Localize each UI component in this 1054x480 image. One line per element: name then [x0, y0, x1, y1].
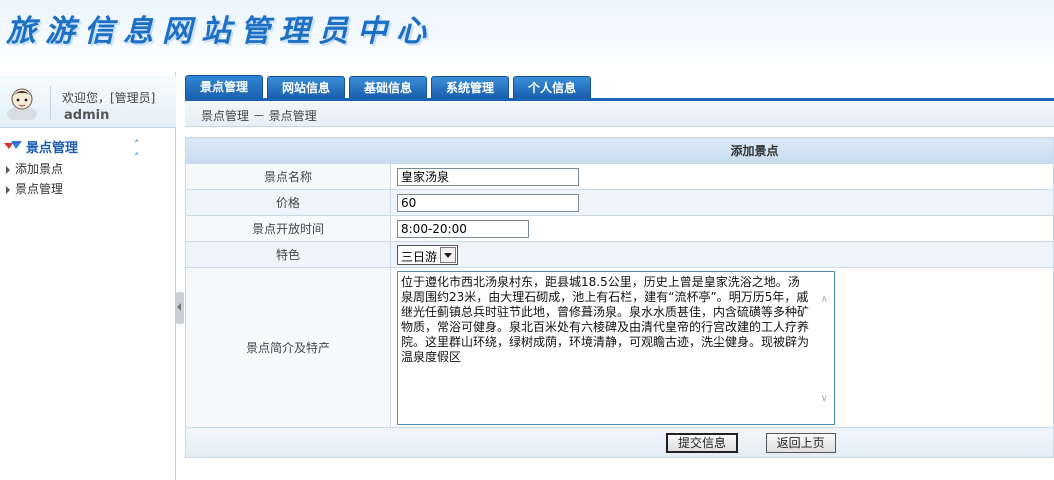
sidebar-item-label: 景点管理 — [15, 182, 64, 196]
tab-scenic-management[interactable]: 景点管理 — [185, 75, 263, 99]
field-label: 景点名称 — [185, 163, 391, 190]
button-row: 提交信息 返回上页 — [185, 427, 1054, 458]
scroll-down-icon[interactable]: ∨ — [821, 391, 828, 406]
left-sidebar: 欢迎您，[管理员] admin 景点管理 ˄ ˄ 添加景点 景点管理 — [0, 72, 176, 480]
intro-text: 位于遵化市西北汤泉村东，距县城18.5公里，历史上曾是皇家洗浴之地。汤泉周围约2… — [401, 274, 810, 364]
sidebar-item-label: 添加景点 — [15, 162, 64, 176]
breadcrumb: 景点管理 － 景点管理 — [201, 109, 317, 123]
feature-select-value: 三日游 — [401, 249, 438, 264]
sidebar-item-add-scenic[interactable]: 添加景点 — [6, 160, 63, 177]
field-label: 价格 — [185, 189, 391, 216]
menu-section-icon — [4, 141, 22, 149]
field-label: 景点开放时间 — [185, 215, 391, 242]
main-content: 景点管理 网站信息 基础信息 系统管理 个人信息 景点管理 － 景点管理 添加景… — [185, 72, 1054, 480]
triangle-right-icon — [6, 165, 10, 174]
scroll-up-icon[interactable]: ∧ — [821, 292, 828, 307]
sidebar-section-header[interactable]: 景点管理 ˄ ˄ — [0, 134, 176, 164]
submit-button[interactable]: 提交信息 — [666, 432, 739, 453]
collapse-icon[interactable]: ˄ ˄ — [134, 138, 140, 164]
tab-basic-info[interactable]: 基础信息 — [349, 76, 427, 98]
scenic-name-input[interactable] — [397, 167, 579, 186]
field-label: 特色 — [185, 241, 391, 268]
sidebar-section-label: 景点管理 — [26, 141, 79, 156]
opening-hours-input[interactable] — [397, 219, 529, 238]
add-scenic-form: 添加景点 景点名称 价格 景点开放时间 特色 三日游 — [185, 137, 1054, 458]
tab-system-management[interactable]: 系统管理 — [431, 76, 509, 98]
welcome-box: 欢迎您，[管理员] admin — [0, 76, 176, 128]
price-input[interactable] — [397, 193, 579, 212]
intro-textarea[interactable]: 位于遵化市西北汤泉村东，距县城18.5公里，历史上曾是皇家洗浴之地。汤泉周围约2… — [397, 270, 835, 425]
chevron-down-icon[interactable] — [440, 246, 457, 263]
tab-site-info[interactable]: 网站信息 — [267, 76, 345, 98]
sidebar-toggle-handle[interactable] — [176, 292, 184, 324]
breadcrumb-bar: 景点管理 － 景点管理 — [185, 101, 1054, 127]
avatar — [7, 88, 37, 120]
field-label: 景点简介及特产 — [185, 267, 391, 428]
sidebar-item-manage-scenic[interactable]: 景点管理 — [6, 180, 63, 197]
feature-select[interactable]: 三日游 — [397, 244, 459, 265]
chevron-left-icon — [177, 303, 181, 311]
site-title: 旅游信息网站管理员中心 — [6, 14, 435, 49]
welcome-text: 欢迎您，[管理员] — [62, 91, 156, 105]
header-banner: 旅游信息网站管理员中心 — [0, 0, 1054, 72]
divider — [50, 86, 51, 120]
admin-name: admin — [64, 108, 110, 123]
form-title: 添加景点 — [185, 137, 1054, 164]
back-button[interactable]: 返回上页 — [765, 432, 836, 453]
triangle-right-icon — [6, 185, 10, 194]
tab-personal-info[interactable]: 个人信息 — [513, 76, 591, 98]
